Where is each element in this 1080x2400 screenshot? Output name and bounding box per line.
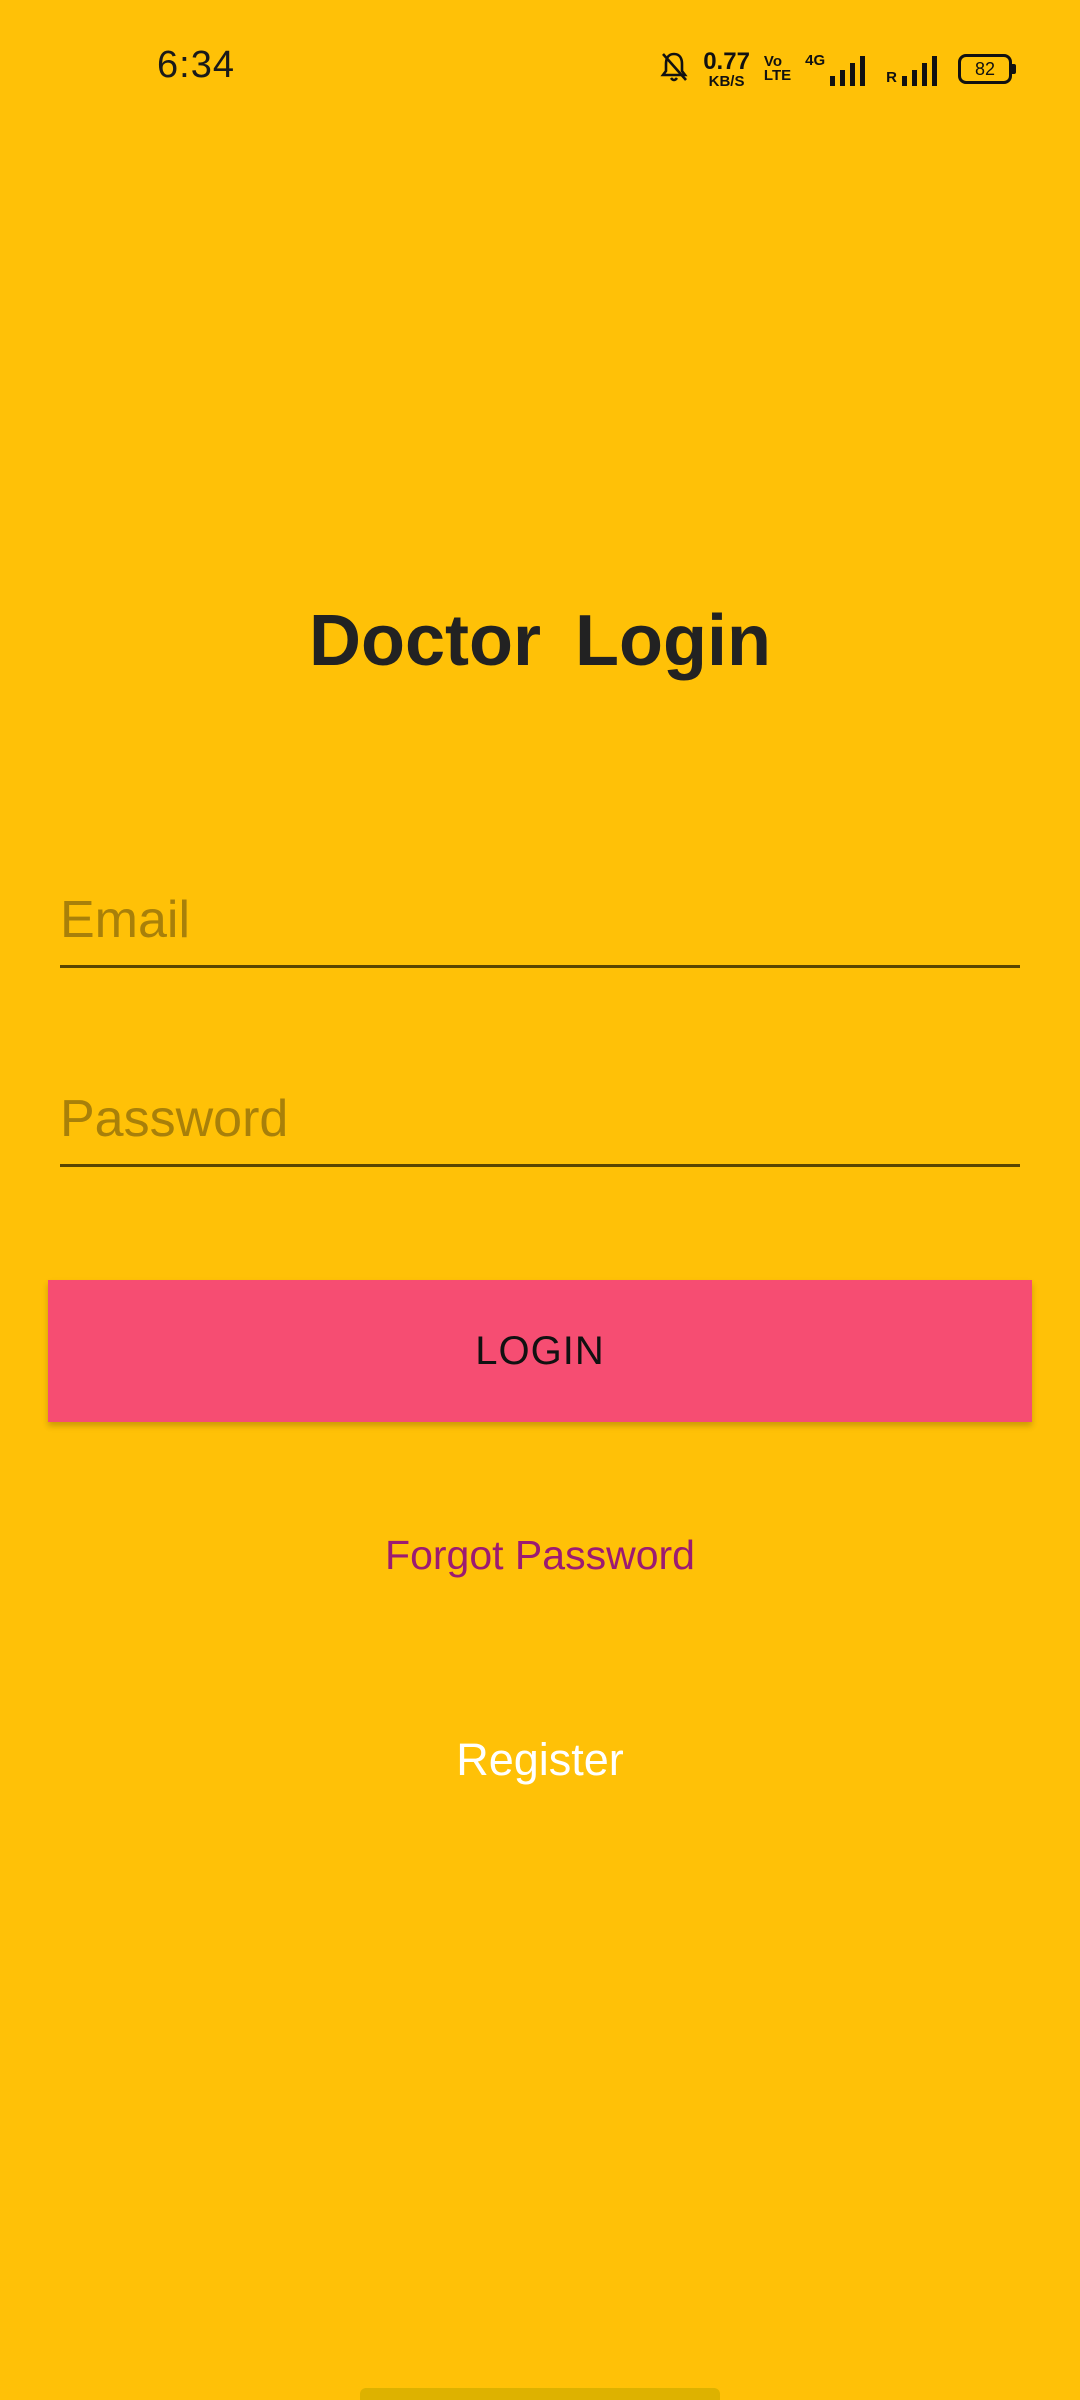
email-field[interactable] xyxy=(60,875,1020,965)
signal-icon: 4G xyxy=(805,52,872,86)
status-time: 6:34 xyxy=(157,44,235,86)
volte-bottom: LTE xyxy=(763,67,792,84)
login-button[interactable]: LOGIN xyxy=(48,1280,1032,1422)
email-field-container xyxy=(60,875,1020,968)
signal-icon: R xyxy=(886,52,944,86)
forgot-password-link[interactable]: Forgot Password xyxy=(0,1532,1080,1579)
volte-indicator: Vo LTE xyxy=(763,54,792,84)
password-field[interactable] xyxy=(60,1074,1020,1164)
navigation-handle[interactable] xyxy=(360,2388,720,2400)
register-link[interactable]: Register xyxy=(0,1734,1080,1786)
status-bar: 6:34 0.77 KB/S Vo LTE 4G R 82 xyxy=(0,0,1080,140)
mute-bell-icon xyxy=(659,50,689,89)
net-speed-value: 0.77 xyxy=(703,47,750,75)
roaming-indicator: R xyxy=(886,69,897,86)
net-speed: 0.77 KB/S xyxy=(703,47,750,90)
status-icons: 0.77 KB/S Vo LTE 4G R 82 xyxy=(659,44,1016,94)
battery-icon: 82 xyxy=(958,54,1016,84)
password-field-container xyxy=(60,1074,1020,1167)
battery-level: 82 xyxy=(974,58,996,79)
page-title: Doctor Login xyxy=(309,601,771,681)
net-speed-unit: KB/S xyxy=(708,72,745,90)
network-type: 4G xyxy=(805,52,826,69)
